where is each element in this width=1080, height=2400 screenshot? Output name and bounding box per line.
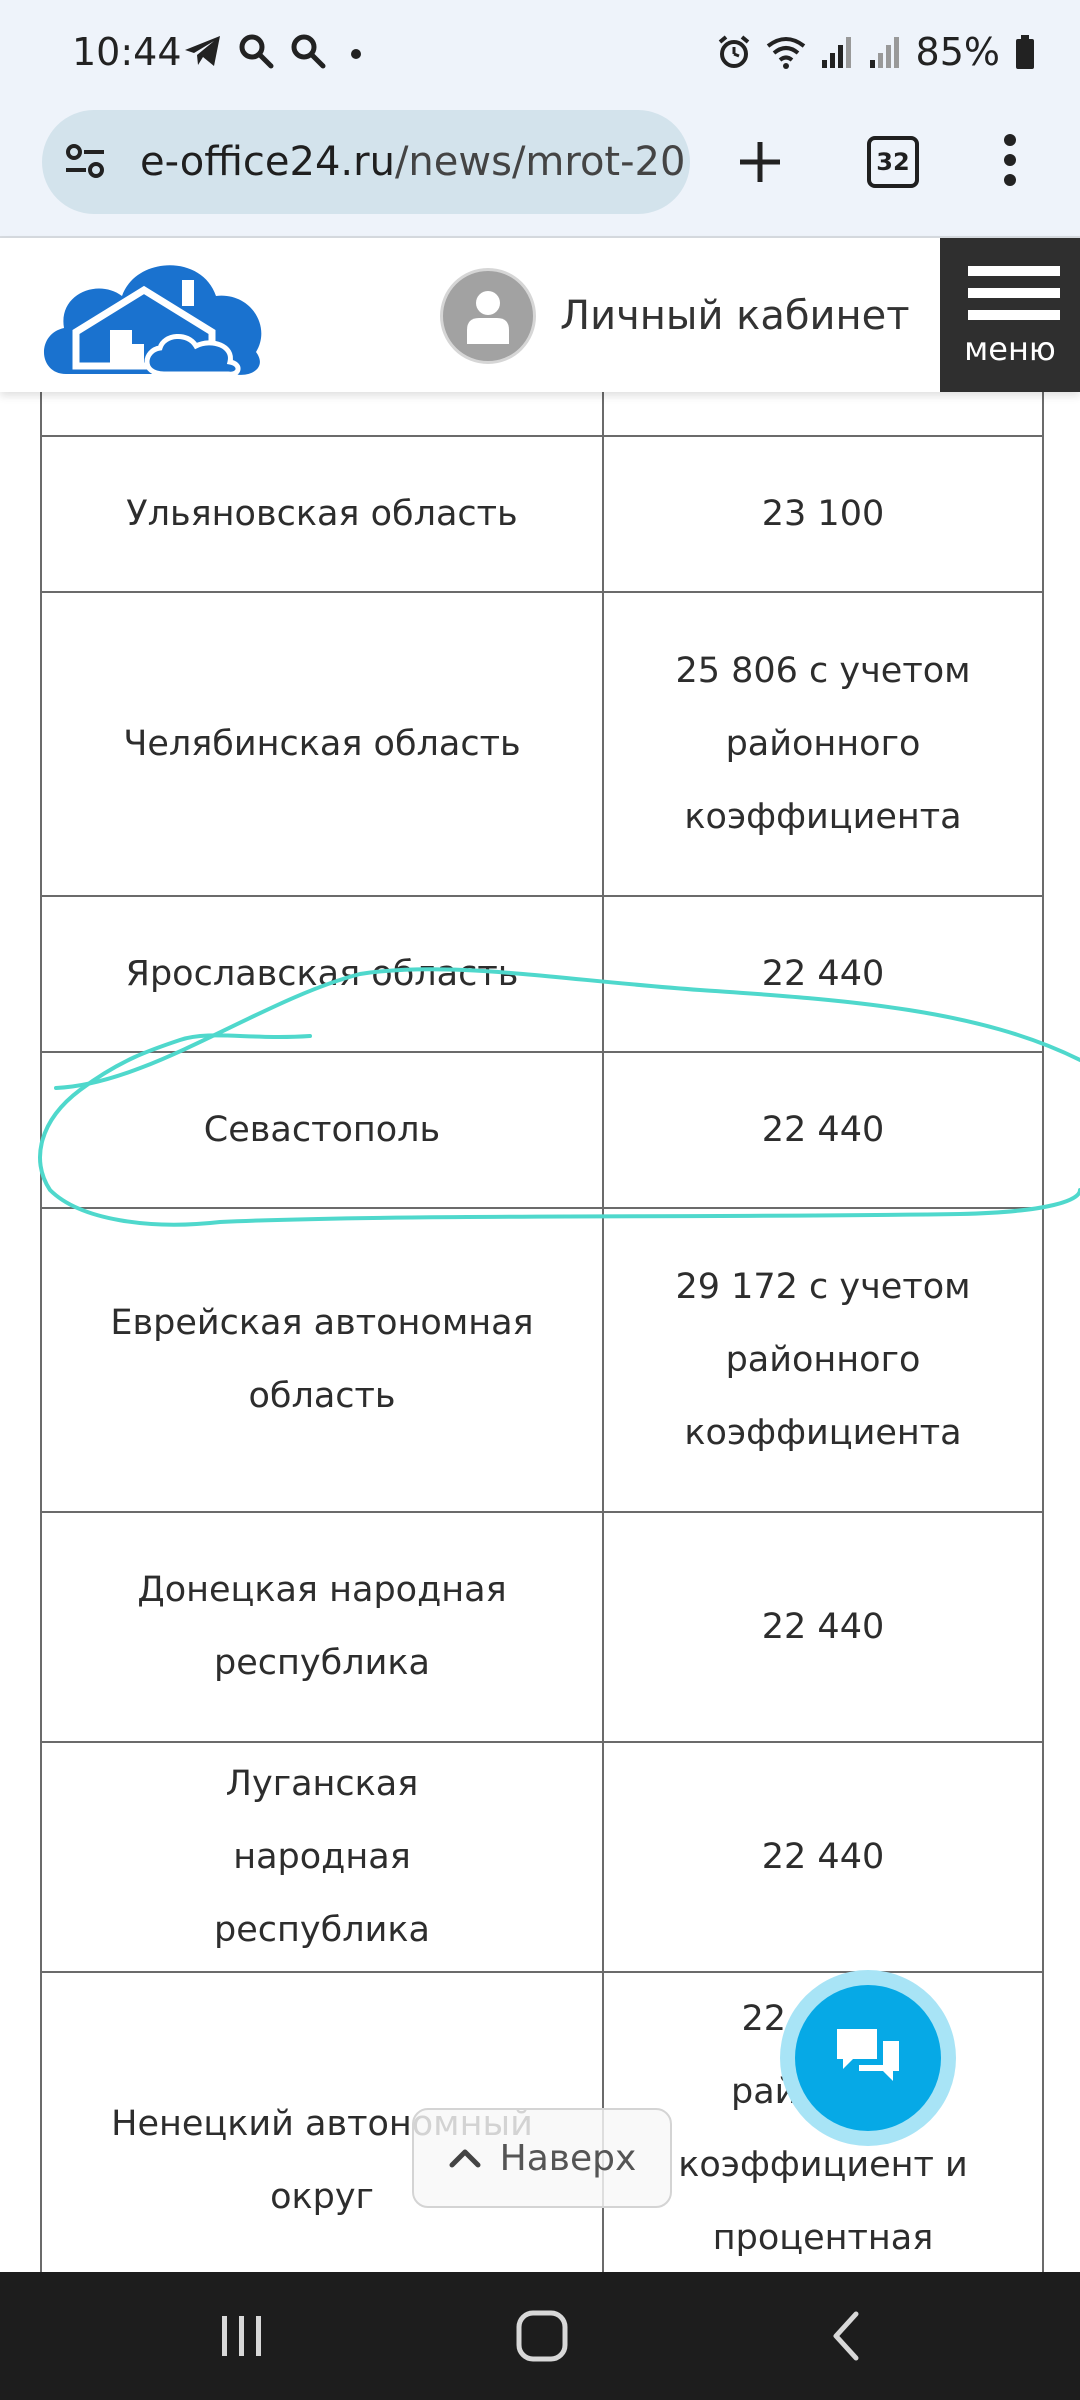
url-domain: e-office24.ru xyxy=(140,139,395,185)
region-cell: Еврейская автономная область xyxy=(40,1207,604,1513)
region-cell: Ярославская область xyxy=(40,895,604,1053)
status-time: 10:44 xyxy=(72,30,182,74)
site-settings-icon[interactable] xyxy=(64,142,124,182)
back-button[interactable] xyxy=(810,2300,882,2372)
telegram-icon xyxy=(185,36,220,66)
recents-button[interactable] xyxy=(206,2300,278,2372)
battery-icon xyxy=(1016,35,1034,69)
signal-icon xyxy=(869,37,899,68)
address-bar[interactable]: e-office24.ru/news/mrot-20 xyxy=(42,110,690,214)
battery-percent: 85% xyxy=(915,30,1000,74)
table-row: Ярославская область 22 440 xyxy=(40,895,1044,1053)
home-icon xyxy=(516,2310,568,2362)
value-cell: 29 172 с учетом районного коэффициента xyxy=(602,1207,1044,1513)
personal-account-label: Личный кабинет xyxy=(560,293,910,339)
region-cell xyxy=(40,392,604,437)
status-notification-icons xyxy=(183,32,371,70)
region-cell: Челябинская область xyxy=(40,591,604,897)
chat-button-inner xyxy=(795,1985,941,2131)
table-row: Донецкая народная республика 22 440 xyxy=(40,1511,1044,1743)
search-icon xyxy=(291,34,326,69)
site-header: Личный кабинет меню xyxy=(0,238,1080,392)
value-cell: 23 100 xyxy=(602,435,1044,593)
value-cell xyxy=(602,392,1044,437)
user-avatar-icon xyxy=(440,268,536,364)
status-right: 85% xyxy=(716,30,1036,74)
url-text[interactable]: e-office24.ru/news/mrot-20 xyxy=(140,139,685,185)
value-cell: 22 440 xyxy=(602,1051,1044,1209)
chat-button[interactable] xyxy=(780,1970,956,2146)
alarm-icon xyxy=(718,35,749,68)
region-cell: Луганская народная республика xyxy=(40,1741,604,1973)
signal-icon xyxy=(821,37,851,68)
table-row: Ульяновская область 23 100 xyxy=(40,435,1044,593)
wifi-icon xyxy=(766,37,805,69)
tab-switcher-button[interactable]: 32 xyxy=(867,136,919,188)
table-row: Еврейская автономная область 29 172 с уч… xyxy=(40,1207,1044,1513)
more-options-icon[interactable] xyxy=(1000,132,1020,188)
back-to-top-button[interactable]: Наверх xyxy=(412,2108,672,2208)
table-row: Севастополь 22 440 xyxy=(40,1051,1044,1209)
back-icon xyxy=(833,2311,859,2361)
browser-toolbar: e-office24.ru/news/mrot-20 32 xyxy=(0,110,1080,238)
value-cell: 25 806 с учетом районного коэффициента xyxy=(602,591,1044,897)
system-nav-bar xyxy=(0,2272,1080,2400)
personal-account-link[interactable]: Личный кабинет xyxy=(440,268,910,364)
region-cell: Севастополь xyxy=(40,1051,604,1209)
status-bar: 10:44 85% xyxy=(0,0,1080,110)
back-to-top-label: Наверх xyxy=(499,2137,637,2179)
site-logo-icon[interactable] xyxy=(36,250,268,382)
hamburger-icon xyxy=(968,266,1060,332)
table-row: Луганская народная республика 22 440 xyxy=(40,1741,1044,1973)
dot-icon xyxy=(351,49,361,59)
value-cell: 22 440 xyxy=(602,1511,1044,1743)
url-path: /news/mrot-20 xyxy=(394,139,686,185)
chat-bubbles-icon xyxy=(837,2029,899,2081)
menu-button[interactable]: меню xyxy=(940,238,1080,392)
chevron-up-icon xyxy=(449,2149,481,2168)
table-row xyxy=(40,392,1044,437)
region-cell: Донецкая народная республика xyxy=(40,1511,604,1743)
table-row: Челябинская область 25 806 с учетом райо… xyxy=(40,591,1044,897)
home-button[interactable] xyxy=(506,2300,578,2372)
search-icon xyxy=(239,34,274,69)
menu-label: меню xyxy=(964,330,1056,368)
value-cell: 22 440 xyxy=(602,1741,1044,1973)
value-cell: 22 440 xyxy=(602,895,1044,1053)
region-cell: Ульяновская область xyxy=(40,435,604,593)
new-tab-icon[interactable] xyxy=(736,138,784,186)
recents-icon xyxy=(222,2316,261,2356)
